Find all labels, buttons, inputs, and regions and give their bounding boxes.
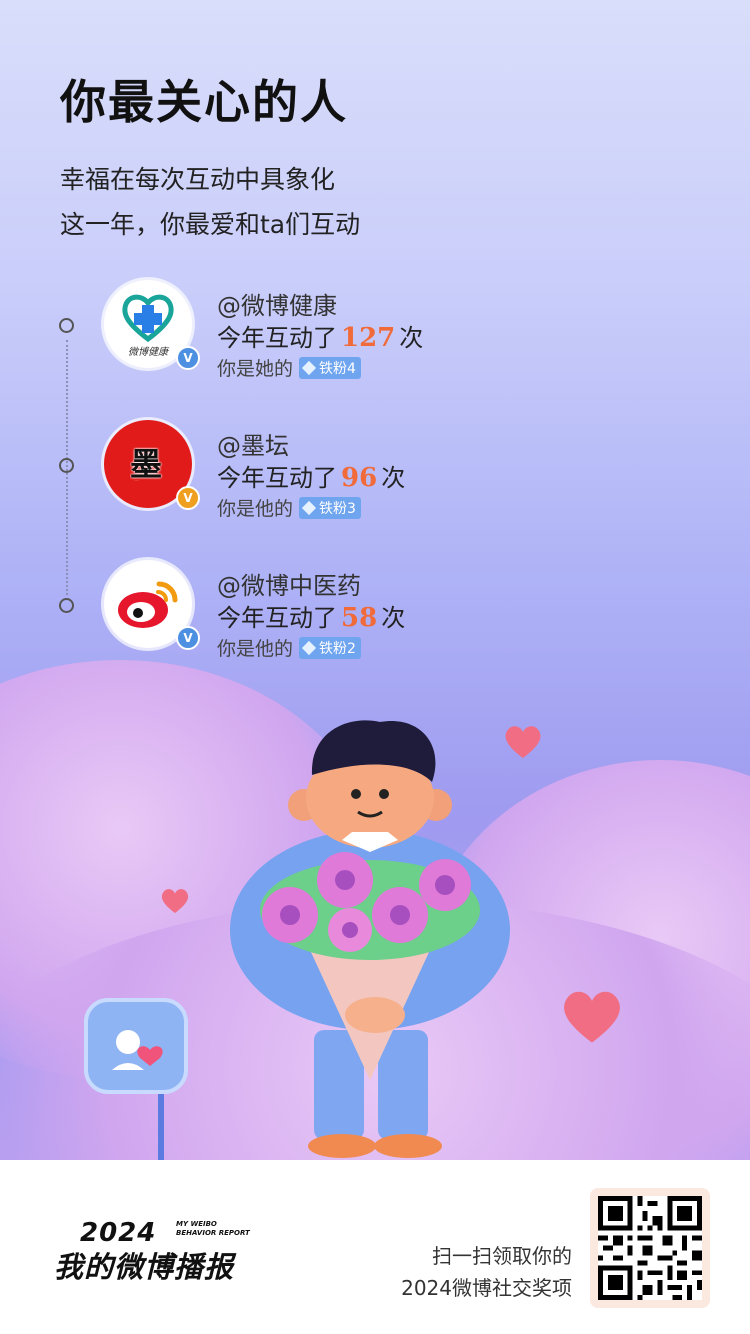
qr-code[interactable] — [590, 1188, 710, 1308]
diamond-icon — [301, 500, 317, 515]
count-suffix: 次 — [381, 604, 406, 632]
count-suffix: 次 — [381, 464, 406, 492]
count-prefix: 今年互动了 — [217, 604, 337, 632]
relation-line: 你是她的 铁粉4 — [217, 354, 361, 381]
avatar-weibo-tcm[interactable]: V — [104, 560, 200, 650]
avatar-logo: 墨坛 — [130, 447, 166, 481]
heart-icon — [161, 889, 189, 913]
relation-text: 你是她的 — [217, 358, 294, 380]
interaction-count-line: 今年互动了 96 次 — [217, 458, 405, 493]
poster-background: 你最关心的人 幸福在每次互动中具象化 这一年，你最爱和ta们互动 微博健康 V … — [0, 0, 750, 1160]
verified-icon: V — [176, 486, 200, 510]
scan-line-2: 2024微博社交奖项 — [401, 1276, 572, 1300]
interaction-count-line: 今年互动了 127 次 — [217, 318, 423, 353]
interaction-count-line: 今年互动了 58 次 — [217, 598, 405, 633]
account-name[interactable]: @微博健康 — [217, 286, 337, 321]
relation-text: 你是他的 — [217, 638, 294, 660]
brand-english-subtitle: MY WEIBO BEHAVIOR REPORT — [176, 1220, 256, 1238]
verified-icon: V — [176, 346, 200, 370]
timeline-dot — [59, 598, 74, 613]
relation-line: 你是他的 铁粉2 — [217, 634, 361, 661]
scan-line-1: 扫一扫领取你的 — [432, 1244, 572, 1268]
boy-with-bouquet-illustration — [84, 720, 510, 1160]
page-title: 你最关心的人 — [60, 75, 348, 129]
interaction-count: 96 — [341, 463, 378, 493]
count-prefix: 今年互动了 — [217, 464, 337, 492]
count-suffix: 次 — [399, 324, 424, 352]
account-name[interactable]: @微博中医药 — [217, 566, 361, 601]
weibo-health-logo-icon: 微博健康 — [122, 294, 174, 358]
timeline-dot — [59, 318, 74, 333]
interaction-count: 58 — [341, 603, 378, 633]
avatar-text: 墨坛 — [130, 447, 163, 481]
scan-prompt: 扫一扫领取你的 2024微博社交奖项 — [401, 1240, 572, 1304]
fan-level-label: 铁粉3 — [319, 500, 356, 517]
brand-title: 我的微博播报 — [54, 1250, 235, 1284]
count-prefix: 今年互动了 — [217, 324, 337, 352]
qr-code-icon — [598, 1196, 702, 1300]
account-name[interactable]: @墨坛 — [217, 426, 289, 461]
relation-line: 你是他的 铁粉3 — [217, 494, 361, 521]
fan-level-badge: 铁粉2 — [299, 636, 361, 659]
avatar-motan[interactable]: 墨坛 V — [104, 420, 200, 510]
avatar-text: 微博健康 — [128, 346, 170, 358]
fan-level-badge: 铁粉3 — [299, 496, 361, 519]
subtitle-line-2: 这一年，你最爱和ta们互动 — [60, 210, 361, 239]
heart-icon — [505, 726, 541, 758]
weibo-logo-icon — [118, 581, 178, 628]
subtitle-line-1: 幸福在每次互动中具象化 — [60, 165, 336, 194]
diamond-icon — [301, 360, 317, 375]
fan-level-badge: 铁粉4 — [299, 356, 361, 379]
diamond-icon — [301, 640, 317, 655]
avatar-weibo-health[interactable]: 微博健康 V — [104, 280, 200, 370]
brand-english-line-2: BEHAVIOR REPORT — [176, 1229, 250, 1237]
interaction-count: 127 — [341, 323, 396, 353]
heart-icon — [564, 991, 620, 1043]
timeline-dot — [59, 458, 74, 473]
verified-icon: V — [176, 626, 200, 650]
relation-text: 你是他的 — [217, 498, 294, 520]
fan-level-label: 铁粉2 — [319, 640, 356, 657]
fan-level-label: 铁粉4 — [319, 360, 356, 377]
brand-english-line-1: MY WEIBO — [176, 1220, 217, 1228]
